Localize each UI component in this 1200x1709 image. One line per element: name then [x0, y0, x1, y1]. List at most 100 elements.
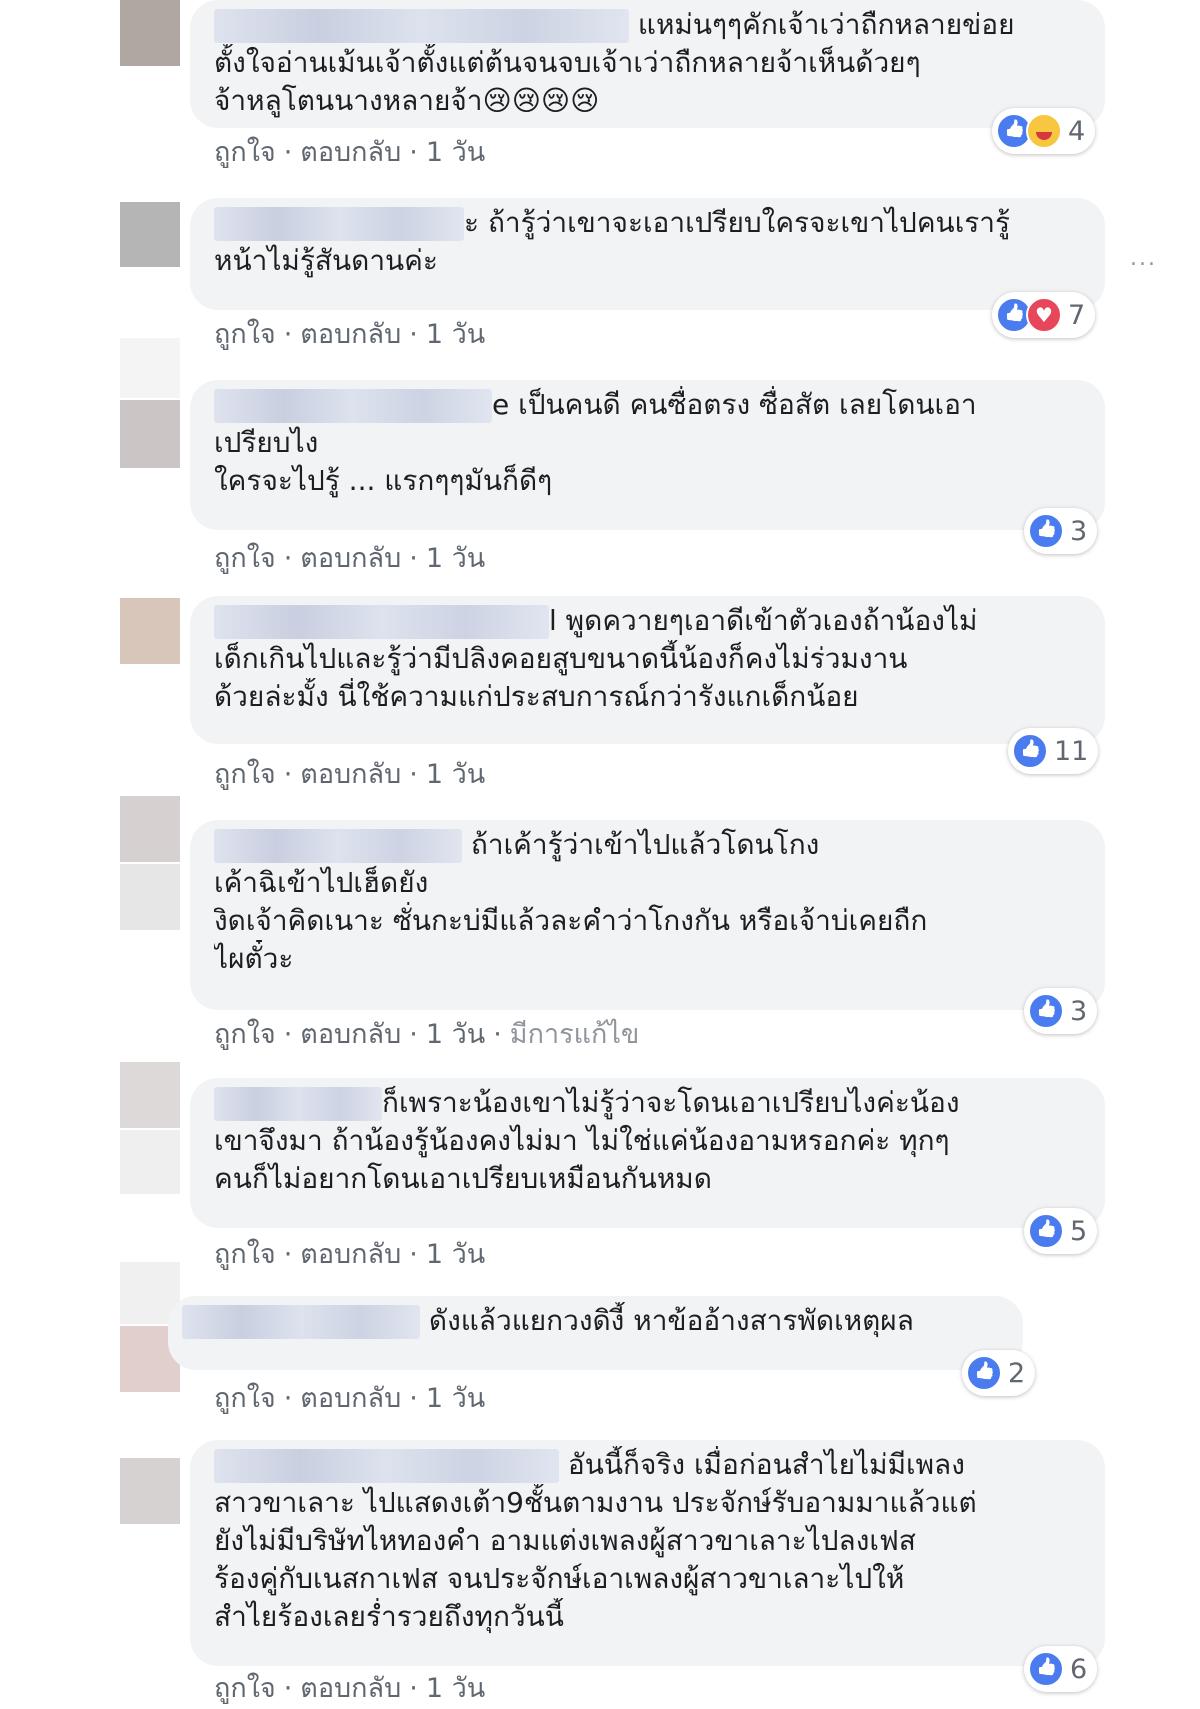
- avatar[interactable]: [120, 598, 180, 664]
- reply-link[interactable]: ตอบกลับ: [300, 543, 401, 574]
- reaction-count: 4: [1068, 115, 1086, 147]
- comment-text-line: หน้าไม่รู้สันดานค่ะ: [214, 244, 438, 277]
- comment-bubble: ถ้าเค้ารู้ว่าเข้าไปแล้วโดนโกง เค้าฉิเข้า…: [190, 820, 1105, 1010]
- comment-text-line: ตั้งใจอ่านเม้นเจ้าตั้งแต่ต้นจนจบเจ้าเว่า…: [214, 46, 921, 79]
- comment-text-line: แหม่นๆๆคักเจ้าเว่าถืกหลายข่อย: [214, 6, 1079, 44]
- comment-bubble: l พูดควายๆเอาดีเข้าตัวเองถ้าน้องไม่ เด็ก…: [190, 596, 1105, 744]
- blurred-author-name[interactable]: [214, 605, 549, 639]
- reaction-count: 5: [1070, 1215, 1088, 1247]
- comment-bubble: ก็เพราะน้องเขาไม่รู้ว่าจะโดนเอาเปรียบไงค…: [190, 1078, 1105, 1228]
- comment-text-line: ก็เพราะน้องเขาไม่รู้ว่าจะโดนเอาเปรียบไงค…: [214, 1084, 1079, 1122]
- comment-text-line: e เป็นคนดี คนซื่อตรง ซื่อสัต เลยโดนเอา: [214, 386, 1079, 424]
- comment-bubble: อันนี้ก็จริง เมื่อก่อนสำไยไม่มีเพลง สาวข…: [190, 1440, 1105, 1666]
- like-link[interactable]: ถูกใจ: [214, 1383, 276, 1414]
- comment-text-line: เขาจึงมา ถ้าน้องรู้น้องคงไม่มา ไม่ใช่แค่…: [214, 1124, 950, 1157]
- timestamp[interactable]: 1 วัน: [426, 1239, 485, 1270]
- like-link[interactable]: ถูกใจ: [214, 543, 276, 574]
- like-link[interactable]: ถูกใจ: [214, 1239, 276, 1270]
- like-link[interactable]: ถูกใจ: [214, 137, 276, 168]
- blurred-author-name[interactable]: [214, 1087, 382, 1121]
- comment-bubble: แหม่นๆๆคักเจ้าเว่าถืกหลายข่อย ตั้งใจอ่าน…: [190, 0, 1105, 128]
- comment-actions: ถูกใจ · ตอบกลับ · 1 วัน · มีการแก้ไข: [214, 1019, 640, 1050]
- love-reaction-icon: [1026, 297, 1062, 333]
- blurred-author-name[interactable]: [214, 389, 492, 423]
- comment-text-line: l พูดควายๆเอาดีเข้าตัวเองถ้าน้องไม่: [214, 602, 1079, 640]
- comment-actions: ถูกใจ · ตอบกลับ · 1 วัน: [214, 1239, 486, 1270]
- comment-text-line: ถ้าเค้ารู้ว่าเข้าไปแล้วโดนโกง: [214, 826, 1079, 864]
- reply-link[interactable]: ตอบกลับ: [300, 1239, 401, 1270]
- reaction-summary[interactable]: 5: [1024, 1208, 1098, 1254]
- comment-text-line: ไผตั๋วะ: [214, 942, 294, 975]
- timestamp[interactable]: 1 วัน: [426, 1383, 485, 1414]
- reaction-summary[interactable]: 2: [962, 1350, 1036, 1396]
- like-link[interactable]: ถูกใจ: [214, 1673, 276, 1704]
- like-reaction-icon: [1028, 993, 1064, 1029]
- avatar[interactable]: [120, 338, 180, 398]
- like-reaction-icon: [1028, 1651, 1064, 1687]
- timestamp[interactable]: 1 วัน: [426, 1673, 485, 1704]
- comment-text-line: อันนี้ก็จริง เมื่อก่อนสำไยไม่มีเพลง: [214, 1446, 1079, 1484]
- reaction-summary[interactable]: 4: [992, 108, 1096, 154]
- blurred-author-name[interactable]: [214, 1449, 559, 1483]
- reply-link[interactable]: ตอบกลับ: [300, 1673, 401, 1704]
- comment-text-line: ร้องคู่กับเนสกาเฟส จนประจักษ์เอาเพลงผู้ส…: [214, 1562, 905, 1595]
- timestamp[interactable]: 1 วัน: [426, 319, 485, 350]
- like-link[interactable]: ถูกใจ: [214, 319, 276, 350]
- like-link[interactable]: ถูกใจ: [214, 759, 276, 790]
- haha-reaction-icon: [1026, 113, 1062, 149]
- reaction-count: 3: [1070, 515, 1088, 547]
- reaction-count: 11: [1054, 735, 1089, 767]
- blurred-author-name[interactable]: [214, 207, 464, 241]
- like-link[interactable]: ถูกใจ: [214, 1019, 276, 1050]
- like-reaction-icon: [1028, 1213, 1064, 1249]
- timestamp[interactable]: 1 วัน: [426, 1019, 485, 1050]
- comment-text-line: ยังไม่มีบริษัทไหทองคำ อามแต่งเพลงผู้สาวข…: [214, 1524, 916, 1557]
- comment-text-line: ด้วยล่ะมั้ง นี่ใช้ความแก่ประสบการณ์กว่าร…: [214, 680, 859, 713]
- avatar[interactable]: [120, 864, 180, 930]
- comment-actions: ถูกใจ · ตอบกลับ · 1 วัน: [214, 319, 486, 350]
- reaction-summary[interactable]: 3: [1024, 508, 1098, 554]
- comment-text-line: ะ ถ้ารู้ว่าเขาจะเอาเปรียบใครจะเขาไปคนเรา…: [214, 204, 1079, 242]
- avatar[interactable]: [120, 1130, 180, 1194]
- like-reaction-icon: [1028, 513, 1064, 549]
- reaction-summary[interactable]: 11: [1008, 728, 1099, 774]
- comment-actions: ถูกใจ · ตอบกลับ · 1 วัน: [214, 1673, 486, 1704]
- comment-text-line: สาวขาเลาะ ไปแสดงเต้า9ชั้นตามงาน ประจักษ์…: [214, 1486, 977, 1519]
- reaction-summary[interactable]: 7: [992, 292, 1096, 338]
- timestamp[interactable]: 1 วัน: [426, 759, 485, 790]
- edited-label[interactable]: มีการแก้ไข: [510, 1019, 640, 1050]
- blurred-author-name[interactable]: [214, 829, 462, 863]
- comment-actions: ถูกใจ · ตอบกลับ · 1 วัน: [214, 759, 486, 790]
- timestamp[interactable]: 1 วัน: [426, 543, 485, 574]
- blurred-author-name[interactable]: [214, 9, 629, 43]
- comment-bubble: ะ ถ้ารู้ว่าเขาจะเอาเปรียบใครจะเขาไปคนเรา…: [190, 198, 1105, 310]
- like-reaction-icon: [1012, 733, 1048, 769]
- reply-link[interactable]: ตอบกลับ: [300, 137, 401, 168]
- avatar[interactable]: [120, 202, 180, 267]
- reply-link[interactable]: ตอบกลับ: [300, 1383, 401, 1414]
- reply-link[interactable]: ตอบกลับ: [300, 1019, 401, 1050]
- reaction-summary[interactable]: 6: [1024, 1646, 1098, 1692]
- timestamp[interactable]: 1 วัน: [426, 137, 485, 168]
- reaction-summary[interactable]: 3: [1024, 988, 1098, 1034]
- avatar[interactable]: [120, 0, 180, 66]
- like-reaction-icon: [966, 1355, 1002, 1391]
- reply-link[interactable]: ตอบกลับ: [300, 319, 401, 350]
- comment-text-line: ดังแล้วแยกวงดิงี้ หาข้ออ้างสารพัดเหตุผล: [182, 1302, 997, 1340]
- avatar[interactable]: [120, 400, 180, 468]
- reply-link[interactable]: ตอบกลับ: [300, 759, 401, 790]
- comment-text-line: งิดเจ้าคิดเนาะ ซั่นกะบ่มีแล้วละคำว่าโกงก…: [214, 904, 928, 937]
- reaction-count: 2: [1008, 1357, 1026, 1389]
- avatar[interactable]: [120, 796, 180, 862]
- avatar[interactable]: [120, 1458, 180, 1524]
- comment-bubble: e เป็นคนดี คนซื่อตรง ซื่อสัต เลยโดนเอา เ…: [190, 380, 1105, 530]
- reaction-count: 3: [1070, 995, 1088, 1027]
- comment-actions: ถูกใจ · ตอบกลับ · 1 วัน: [214, 543, 486, 574]
- more-options-icon[interactable]: ...: [1130, 246, 1157, 271]
- comment-text-line: สำไยร้องเลยร่ำรวยถึงทุกวันนี้: [214, 1600, 564, 1633]
- comment-text-line: เปรียบไง: [214, 426, 319, 459]
- comment-text-line: เด็กเกินไปและรู้ว่ามีปลิงคอยสูบขนาดนี้น้…: [214, 642, 908, 675]
- comment-bubble: ดังแล้วแยกวงดิงี้ หาข้ออ้างสารพัดเหตุผล: [168, 1296, 1023, 1370]
- avatar[interactable]: [120, 1062, 180, 1128]
- blurred-author-name[interactable]: [182, 1305, 420, 1339]
